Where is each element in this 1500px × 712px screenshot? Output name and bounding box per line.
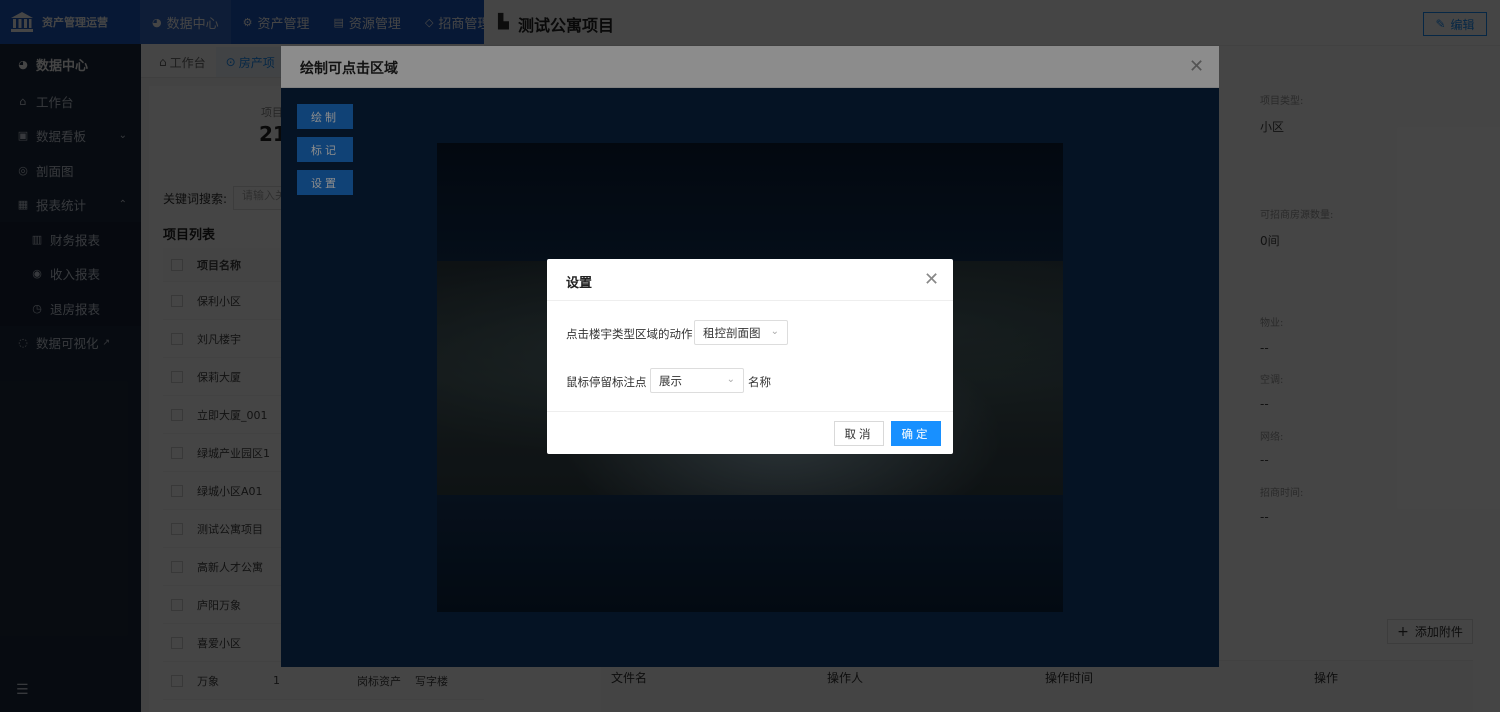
confirm-button[interactable]: 确定 [891,421,941,446]
hover-display-select[interactable]: 展示 ⌄ [650,368,744,393]
close-icon[interactable]: ✕ [924,269,939,290]
settings-dialog: 设置 ✕ 点击楼宇类型区域的动作 租控剖面图 ⌄ 鼠标停留标注点 展示 ⌄ 名称… [547,259,953,454]
select-value: 租控剖面图 [703,325,761,340]
click-action-select[interactable]: 租控剖面图 ⌄ [694,320,788,345]
chevron-down-icon: ⌄ [770,326,779,337]
hover-label: 鼠标停留标注点 [566,375,647,389]
cancel-button[interactable]: 取消 [834,421,884,446]
hover-suffix: 名称 [748,375,771,389]
settings-title: 设置 [566,276,593,291]
settings-header: 设置 ✕ [547,259,953,301]
click-action-label: 点击楼宇类型区域的动作 [566,327,693,341]
dialog-divider [547,411,953,412]
chevron-down-icon: ⌄ [726,374,735,385]
select-value: 展示 [659,373,682,388]
